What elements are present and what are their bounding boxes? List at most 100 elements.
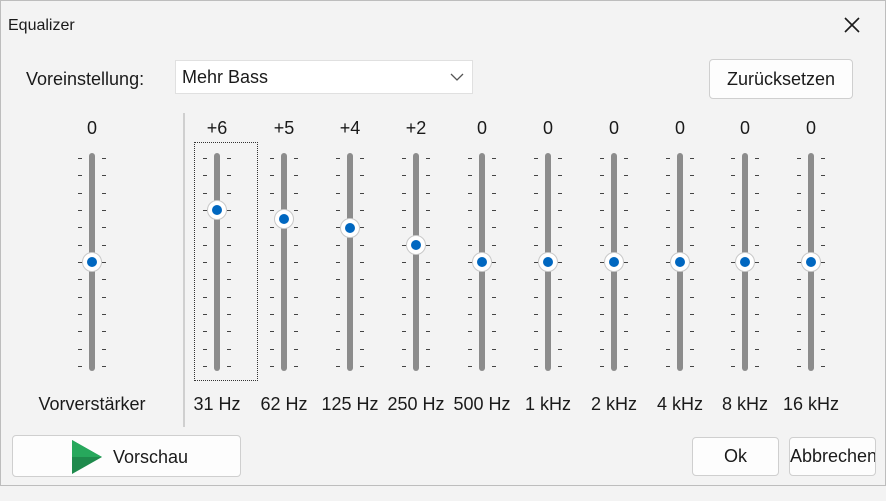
tick-mark: [731, 366, 735, 367]
tick-mark: [492, 245, 496, 246]
band-slider-6-thumb[interactable]: [604, 252, 624, 272]
tick-mark: [270, 193, 274, 194]
tick-mark: [558, 245, 562, 246]
band-slider-6-value: 0: [608, 118, 619, 138]
tick-mark: [360, 158, 364, 159]
tick-mark: [755, 175, 759, 176]
tick-mark: [78, 366, 82, 367]
tick-mark: [797, 314, 801, 315]
tick-mark: [821, 175, 825, 176]
band-slider-3-track[interactable]: [413, 153, 419, 371]
tick-mark: [731, 193, 735, 194]
preamp-slider-label: Vorverstärker: [38, 394, 146, 414]
band-slider-7-label: 4 kHz: [656, 394, 703, 414]
band-slider-0-track[interactable]: [214, 153, 220, 371]
tick-mark: [294, 314, 298, 315]
tick-mark: [690, 366, 694, 367]
tick-mark: [797, 158, 801, 159]
preamp-divider: [183, 113, 185, 427]
tick-mark: [270, 279, 274, 280]
tick-mark: [690, 245, 694, 246]
tick-mark: [690, 314, 694, 315]
tick-mark: [102, 245, 106, 246]
preset-dropdown[interactable]: Mehr Bass: [175, 60, 473, 94]
tick-mark: [492, 297, 496, 298]
reset-button[interactable]: Zurücksetzen: [709, 59, 853, 99]
band-slider-3-thumb[interactable]: [406, 234, 426, 255]
tick-mark: [558, 193, 562, 194]
tick-mark: [534, 227, 538, 228]
tick-mark: [102, 262, 106, 263]
tick-mark: [102, 366, 106, 367]
tick-mark: [426, 349, 430, 350]
band-slider-8-thumb[interactable]: [735, 252, 755, 272]
band-slider-0-value: +6: [206, 118, 228, 138]
tick-mark: [558, 349, 562, 350]
tick-mark: [426, 314, 430, 315]
tick-mark: [78, 210, 82, 211]
tick-mark: [690, 210, 694, 211]
band-slider-9-thumb[interactable]: [801, 252, 821, 272]
tick-mark: [666, 193, 670, 194]
tick-mark: [468, 297, 472, 298]
band-slider-5-thumb[interactable]: [538, 252, 558, 272]
preamp-slider-thumb[interactable]: [82, 252, 102, 272]
tick-mark: [102, 210, 106, 211]
tick-mark: [755, 349, 759, 350]
tick-mark: [755, 297, 759, 298]
tick-mark: [821, 297, 825, 298]
tick-mark: [294, 279, 298, 280]
ok-button[interactable]: Ok: [692, 437, 779, 476]
tick-mark: [624, 349, 628, 350]
band-slider-4-thumb[interactable]: [472, 252, 492, 272]
band-slider-1-thumb[interactable]: [274, 209, 294, 229]
tick-mark: [294, 193, 298, 194]
tick-mark: [690, 227, 694, 228]
tick-mark: [558, 175, 562, 176]
close-button[interactable]: [833, 7, 871, 43]
tick-mark: [666, 297, 670, 298]
tick-mark: [336, 158, 340, 159]
tick-mark: [294, 262, 298, 263]
focus-indicator: [194, 142, 258, 381]
tick-mark: [821, 158, 825, 159]
band-slider-2-label: 125 Hz: [321, 394, 379, 414]
tick-mark: [558, 262, 562, 263]
tick-mark: [270, 227, 274, 228]
tick-mark: [402, 314, 406, 315]
tick-mark: [600, 227, 604, 228]
cancel-button[interactable]: Abbrechen: [789, 437, 876, 476]
preview-button[interactable]: Vorschau: [12, 435, 241, 477]
tick-mark: [534, 193, 538, 194]
tick-mark: [534, 349, 538, 350]
band-slider-2-thumb[interactable]: [340, 217, 360, 238]
tick-mark: [600, 193, 604, 194]
tick-mark: [821, 193, 825, 194]
tick-mark: [624, 297, 628, 298]
tick-mark: [624, 210, 628, 211]
band-slider-8-value: 0: [739, 118, 750, 138]
tick-mark: [360, 349, 364, 350]
band-slider-1-track[interactable]: [281, 153, 287, 371]
tick-mark: [797, 175, 801, 176]
tick-mark: [624, 366, 628, 367]
tick-mark: [336, 349, 340, 350]
tick-mark: [360, 297, 364, 298]
band-slider-2-track[interactable]: [347, 153, 353, 371]
tick-mark: [600, 158, 604, 159]
tick-mark: [336, 366, 340, 367]
tick-mark: [426, 193, 430, 194]
band-slider-7-thumb[interactable]: [670, 252, 690, 272]
band-slider-4-value: 0: [476, 118, 487, 138]
tick-mark: [624, 245, 628, 246]
window-title: Equalizer: [8, 17, 75, 34]
tick-mark: [360, 331, 364, 332]
tick-mark: [468, 158, 472, 159]
tick-mark: [690, 262, 694, 263]
tick-mark: [492, 158, 496, 159]
tick-mark: [755, 245, 759, 246]
tick-mark: [755, 366, 759, 367]
tick-mark: [821, 366, 825, 367]
equalizer-dialog: Equalizer Voreinstellung: Mehr Bass Zurü…: [0, 0, 886, 486]
tick-mark: [492, 314, 496, 315]
